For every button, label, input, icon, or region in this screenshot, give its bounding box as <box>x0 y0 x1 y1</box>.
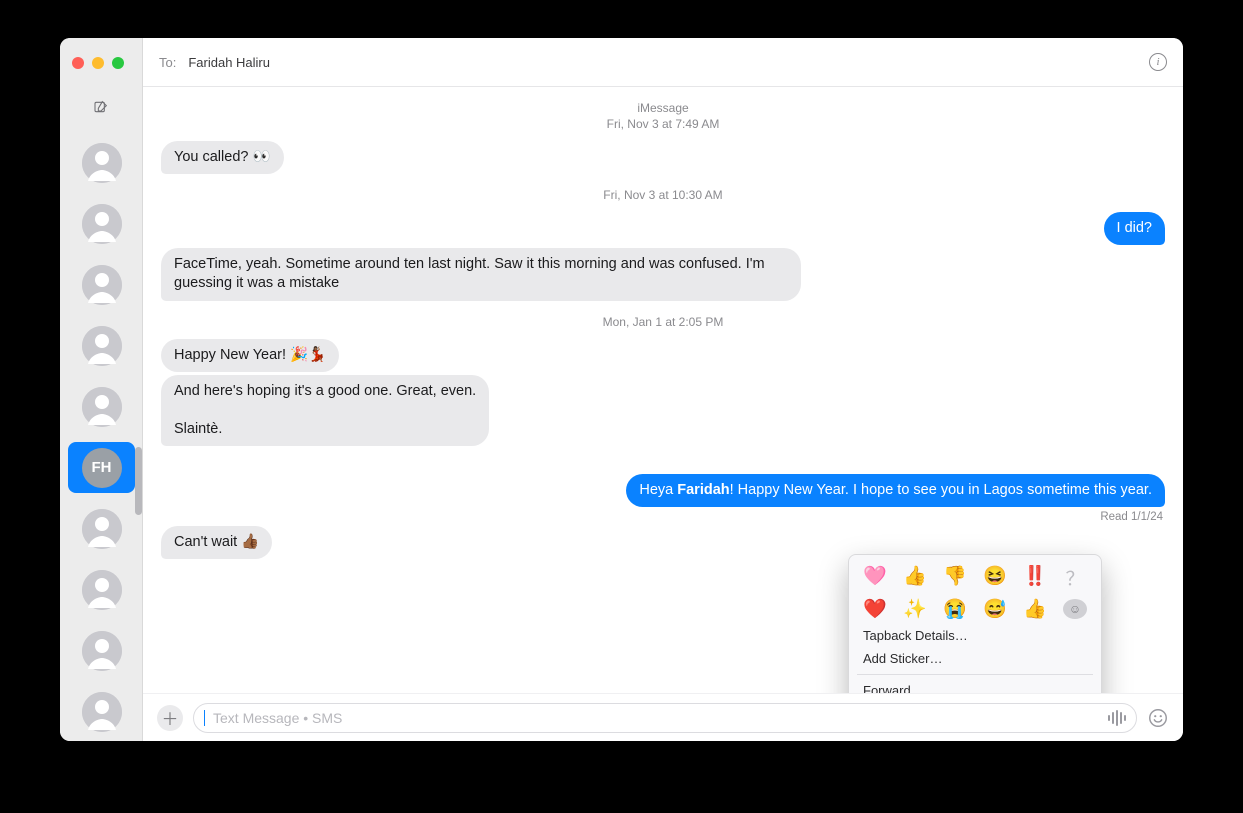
conversation-item[interactable] <box>68 686 135 737</box>
reaction-red-heart[interactable]: ❤️ <box>863 597 887 621</box>
message-bold-span: Faridah <box>677 482 729 498</box>
reaction-more-button[interactable]: ☺ <box>1063 597 1087 621</box>
smiley-icon <box>1147 707 1169 729</box>
conversation-item[interactable] <box>68 320 135 371</box>
compose-new-message-button[interactable] <box>93 99 109 118</box>
waveform-icon <box>1108 715 1110 721</box>
apps-plus-button[interactable]: ＋ <box>157 705 183 731</box>
waveform-icon <box>1120 712 1122 724</box>
conversation-item[interactable] <box>68 625 135 676</box>
message-input[interactable]: Text Message • SMS <box>193 703 1137 733</box>
menu-add-sticker[interactable]: Add Sticker… <box>849 647 1101 670</box>
tapback-question[interactable]: ？ <box>1063 564 1087 591</box>
incoming-message[interactable]: FaceTime, yeah. Sometime around ten last… <box>161 248 801 300</box>
conversation-item[interactable] <box>68 259 135 310</box>
main-panel: To: Faridah Haliru i iMessage Fri, Nov 3… <box>143 38 1183 741</box>
reaction-thumbs-up[interactable]: 👍 <box>1023 597 1047 621</box>
emoji-picker-button[interactable] <box>1147 707 1169 729</box>
read-receipt: Read 1/1/24 <box>161 511 1163 523</box>
sidebar-scrollbar-thumb[interactable] <box>135 447 142 515</box>
conversation-item[interactable] <box>68 381 135 432</box>
conversation-list[interactable]: FH <box>60 133 142 741</box>
sidebar: FH <box>60 38 143 741</box>
message-context-menu: 🩷 👍 👎 😆 ‼️ ？ ❤️ ✨ 😭 😅 👍 ☺ Tapback Detail… <box>848 554 1102 693</box>
message-text-span: Heya <box>639 482 677 498</box>
to-recipient-name[interactable]: Faridah Haliru <box>188 55 270 70</box>
tapback-thumbs-up[interactable]: 👍 <box>903 564 927 591</box>
menu-forward[interactable]: Forward… <box>849 679 1101 693</box>
tapback-exclaim[interactable]: ‼️ <box>1023 564 1047 591</box>
avatar-placeholder-icon <box>82 631 122 671</box>
messages-window: FH To: Faridah Haliru i <box>60 38 1183 741</box>
incoming-message[interactable]: Can't wait 👍🏾 <box>161 526 272 559</box>
incoming-message[interactable]: And here's hoping it's a good one. Great… <box>161 375 489 446</box>
details-button[interactable]: i <box>1149 53 1167 71</box>
outgoing-message[interactable]: I did? <box>1104 212 1165 245</box>
reaction-sweat-smile[interactable]: 😅 <box>983 597 1007 621</box>
waveform-icon <box>1124 715 1126 721</box>
avatar-placeholder-icon <box>82 692 122 732</box>
message-text-span: ! Happy New Year. I hope to see you in L… <box>730 482 1152 498</box>
tapback-thumbs-down[interactable]: 👎 <box>943 564 967 591</box>
conversation-header: To: Faridah Haliru i <box>143 38 1183 87</box>
service-label: iMessage <box>161 101 1165 115</box>
incoming-message[interactable]: You called? 👀 <box>161 141 284 174</box>
to-label: To: <box>159 55 176 70</box>
messages-scroll[interactable]: iMessage Fri, Nov 3 at 7:49 AM You calle… <box>143 87 1183 693</box>
fullscreen-window-button[interactable] <box>112 57 124 69</box>
info-icon: i <box>1156 56 1159 68</box>
avatar-placeholder-icon <box>82 326 122 366</box>
avatar-placeholder-icon <box>82 265 122 305</box>
tapback-reactions-row: 🩷 👍 👎 😆 ‼️ ？ <box>849 561 1101 594</box>
compose-row <box>60 87 142 129</box>
menu-tapback-details[interactable]: Tapback Details… <box>849 624 1101 647</box>
compose-icon <box>93 99 109 115</box>
avatar-placeholder-icon <box>82 387 122 427</box>
text-caret <box>204 710 205 726</box>
avatar-placeholder-icon <box>82 143 122 183</box>
smiley-icon: ☺ <box>1063 599 1087 619</box>
conversation-item[interactable] <box>68 503 135 554</box>
tapback-haha[interactable]: 😆 <box>983 564 1007 591</box>
timestamp: Fri, Nov 3 at 10:30 AM <box>161 188 1165 202</box>
avatar-placeholder-icon <box>82 570 122 610</box>
timestamp: Fri, Nov 3 at 7:49 AM <box>161 117 1165 131</box>
avatar-initials: FH <box>82 448 122 488</box>
audio-record-button[interactable] <box>1108 710 1126 726</box>
reaction-sparkles[interactable]: ✨ <box>903 597 927 621</box>
reaction-sob[interactable]: 😭 <box>943 597 967 621</box>
conversation-item[interactable] <box>68 137 135 188</box>
timestamp: Mon, Jan 1 at 2:05 PM <box>161 315 1165 329</box>
waveform-icon <box>1112 712 1114 724</box>
conversation-item-selected[interactable]: FH <box>68 442 135 493</box>
conversation-item[interactable] <box>68 564 135 615</box>
incoming-message[interactable]: Happy New Year! 🎉💃🏾 <box>161 339 339 372</box>
tapback-heart[interactable]: 🩷 <box>863 564 887 591</box>
outgoing-message[interactable]: Heya Faridah! Happy New Year. I hope to … <box>626 474 1165 507</box>
avatar-placeholder-icon <box>82 204 122 244</box>
close-window-button[interactable] <box>72 57 84 69</box>
window-traffic-lights <box>72 57 124 69</box>
conversation-item[interactable] <box>68 198 135 249</box>
emoji-reactions-row: ❤️ ✨ 😭 😅 👍 ☺ <box>849 594 1101 624</box>
message-input-placeholder: Text Message • SMS <box>213 710 342 726</box>
minimize-window-button[interactable] <box>92 57 104 69</box>
window-titlebar <box>60 38 142 87</box>
menu-separator <box>857 674 1093 675</box>
waveform-icon <box>1116 710 1118 726</box>
avatar-placeholder-icon <box>82 509 122 549</box>
compose-bar: ＋ Text Message • SMS <box>143 693 1183 741</box>
plus-icon: ＋ <box>162 705 179 730</box>
